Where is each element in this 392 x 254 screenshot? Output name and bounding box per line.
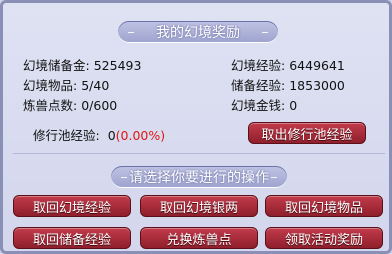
pool-exp-label: 修行池经验: (33, 128, 100, 143)
stat-reserve-exp: 储备经验: 1853000 (231, 75, 345, 94)
button-label: 取回幻境物品 (284, 200, 363, 216)
button-label: 取出修行池经验 (261, 127, 353, 143)
stat-label: 幻境金钱: (231, 98, 286, 113)
title-dash-right (271, 177, 277, 178)
stat-items: 幻境物品: 5/40 (23, 75, 109, 94)
section-title-text: 请选择你要进行的操作 (129, 170, 269, 186)
retrieve-reserve-exp-button[interactable]: 取回储备经验 (13, 227, 131, 249)
reward-panel: 我的幻境奖励 幻境储备金: 525493 幻境物品: 5/40 炼兽点数: 0/600… (0, 0, 392, 254)
stat-value: 0/600 (81, 98, 118, 113)
divider (13, 153, 385, 154)
stat-label: 储备经验: (231, 78, 286, 93)
stat-label: 幻境储备金: (23, 58, 90, 73)
stat-dream-exp: 幻境经验: 6449641 (231, 55, 345, 74)
stat-label: 幻境物品: (23, 78, 78, 93)
panel-title: 我的幻境奖励 (118, 21, 278, 43)
title-dash-right (262, 32, 268, 33)
retrieve-dream-items-button[interactable]: 取回幻境物品 (265, 195, 383, 217)
pool-exp-value: 0 (107, 128, 116, 143)
button-label: 取回储备经验 (32, 232, 111, 248)
stat-value: 6449641 (289, 58, 345, 73)
stat-dream-money: 幻境金钱: 0 (231, 95, 297, 114)
retrieve-dream-exp-button[interactable]: 取回幻境经验 (13, 195, 131, 217)
retrieve-dream-silver-button[interactable]: 取回幻境银两 (140, 195, 258, 217)
stat-beast-points: 炼兽点数: 0/600 (23, 95, 117, 114)
section-title: 请选择你要进行的操作 (111, 166, 287, 188)
stat-value: 1853000 (289, 78, 345, 93)
button-label: 领取活动奖励 (284, 232, 363, 248)
stat-label: 幻境经验: (231, 58, 286, 73)
stat-label: 炼兽点数: (23, 98, 78, 113)
stat-value: 0 (289, 98, 298, 113)
withdraw-pool-exp-button[interactable]: 取出修行池经验 (248, 122, 366, 144)
stat-value: 525493 (93, 58, 142, 73)
button-label: 兑换炼兽点 (166, 232, 232, 248)
pool-exp-percent: (0.00%) (115, 128, 166, 143)
stat-value: 5/40 (81, 78, 110, 93)
title-dash-left (121, 177, 127, 178)
exchange-beast-points-button[interactable]: 兑换炼兽点 (140, 227, 258, 249)
stat-reserve-gold: 幻境储备金: 525493 (23, 55, 141, 74)
button-label: 取回幻境经验 (32, 200, 111, 216)
title-dash-left (128, 32, 134, 33)
button-label: 取回幻境银两 (159, 200, 238, 216)
claim-event-reward-button[interactable]: 领取活动奖励 (265, 227, 383, 249)
pool-exp: 修行池经验: 0(0.00%) (33, 125, 165, 144)
title-text: 我的幻境奖励 (156, 25, 240, 41)
